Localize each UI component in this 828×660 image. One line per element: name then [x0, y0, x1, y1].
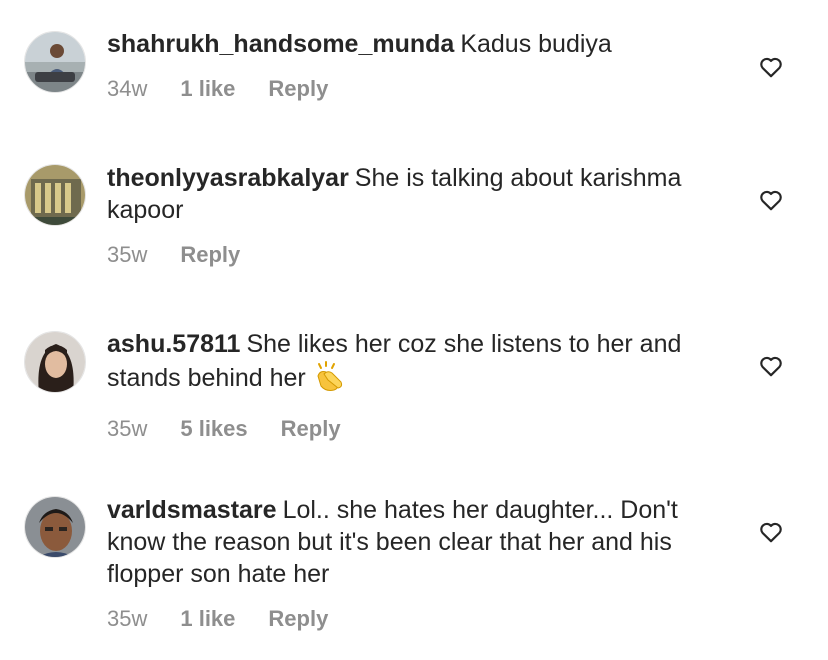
comment-likes[interactable]: 1 like: [180, 76, 235, 102]
reply-button[interactable]: Reply: [281, 416, 341, 442]
comment-text: varldsmastare Lol.. she hates her daughte…: [107, 494, 727, 590]
comment-text: ashu.57811 She likes her coz she listens …: [107, 328, 727, 400]
avatar[interactable]: [24, 331, 86, 393]
heart-outline-icon[interactable]: [758, 187, 784, 213]
comment-body: Kadus budiya: [460, 30, 612, 58]
heart-outline-icon[interactable]: [758, 353, 784, 379]
reply-button[interactable]: Reply: [180, 242, 240, 268]
comment-username[interactable]: varldsmastare: [107, 496, 277, 524]
avatar[interactable]: [24, 164, 86, 226]
heart-outline-icon[interactable]: [758, 519, 784, 545]
comment-likes[interactable]: 1 like: [180, 606, 235, 632]
comment-likes[interactable]: 5 likes: [180, 416, 247, 442]
reply-button[interactable]: Reply: [268, 606, 328, 632]
comment-time: 35w: [107, 242, 148, 267]
comment-username[interactable]: shahrukh_handsome_munda: [107, 30, 454, 58]
avatar[interactable]: [24, 31, 86, 93]
clapping-hands-icon: [312, 360, 346, 400]
avatar[interactable]: [24, 496, 86, 558]
comment-time: 34w: [107, 76, 148, 101]
comment-text: theonlyyasrabkalyar She is talking about …: [107, 162, 727, 226]
comment-username[interactable]: theonlyyasrabkalyar: [107, 164, 349, 192]
comment-time: 35w: [107, 606, 148, 631]
heart-outline-icon[interactable]: [758, 54, 784, 80]
comment-text: shahrukh_handsome_munda Kadus budiya: [107, 28, 727, 60]
reply-button[interactable]: Reply: [268, 76, 328, 102]
comment-time: 35w: [107, 416, 148, 441]
comment-username[interactable]: ashu.57811: [107, 330, 240, 358]
